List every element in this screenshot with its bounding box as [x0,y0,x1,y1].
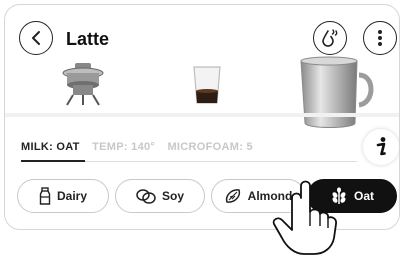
tab-microfoam[interactable]: MICROFOAM: 5 [167,141,252,153]
almond-icon [225,189,240,203]
more-menu-button[interactable] [363,21,397,55]
milk-option-label: Soy [161,189,184,203]
water-drop-refill-icon [322,29,338,47]
milk-option-dairy[interactable]: Dairy [17,179,109,213]
milk-bottle-icon [39,187,51,205]
page-title: Latte [66,29,110,49]
espresso-machine-image [62,63,104,106]
soybean-icon [136,189,156,204]
refill-button[interactable] [313,21,347,55]
more-vertical-icon [378,30,382,46]
info-button[interactable] [363,129,399,165]
tap-hand-icon [272,180,337,255]
milk-option-label: Oat [353,189,374,203]
active-tab-indicator [21,160,85,162]
tab-temperature[interactable]: TEMP: 140° [92,141,155,153]
milk-pitcher-image [300,56,374,128]
shot-glass-image [193,66,221,104]
settings-tabs: MILK: OAT TEMP: 140° MICROFOAM: 5 [21,141,262,153]
product-image-row [5,56,399,128]
back-button[interactable] [19,21,53,55]
tab-milk[interactable]: MILK: OAT [21,141,80,153]
chevron-left-icon [32,31,40,45]
info-icon [376,137,386,156]
milk-option-soy[interactable]: Soy [115,179,205,213]
section-divider [5,113,399,117]
tabs-rule [85,160,357,162]
milk-option-label: Dairy [56,189,88,203]
